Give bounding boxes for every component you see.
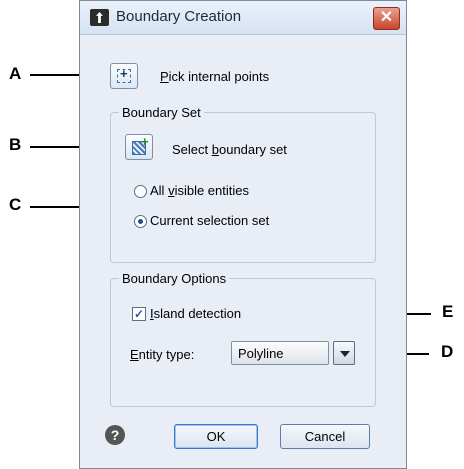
- entity-type-label: Entity type:: [130, 347, 195, 362]
- cancel-button[interactable]: Cancel: [280, 424, 370, 449]
- callout-a: A: [9, 64, 22, 83]
- callout-c: C: [9, 195, 22, 214]
- callout-d: D: [441, 342, 454, 361]
- dialog-title: Boundary Creation: [116, 8, 242, 25]
- ok-button[interactable]: OK: [174, 424, 258, 449]
- entity-type-select[interactable]: Polyline: [231, 341, 329, 365]
- select-boundary-set-label: Select boundary set: [172, 142, 287, 157]
- boundary-creation-dialog: Boundary Creation ✕ Pick internal points…: [79, 0, 407, 469]
- all-visible-entities-label[interactable]: All visible entities: [150, 183, 249, 198]
- callout-e: E: [442, 302, 454, 321]
- island-detection-checkbox[interactable]: ✓: [132, 307, 146, 321]
- pick-points-icon: [117, 66, 131, 83]
- title-bar[interactable]: Boundary Creation ✕: [80, 1, 406, 35]
- callout-b: B: [9, 135, 22, 154]
- boundary-set-legend: Boundary Set: [122, 105, 201, 120]
- close-button[interactable]: ✕: [373, 7, 400, 30]
- pick-internal-points-button[interactable]: [110, 63, 138, 89]
- help-icon[interactable]: ?: [105, 425, 125, 445]
- select-boundary-set-button[interactable]: [125, 134, 153, 160]
- radio-current-selection-set[interactable]: [134, 215, 147, 228]
- select-boundary-set-icon: [132, 134, 149, 155]
- entity-type-dropdown-button[interactable]: [333, 341, 355, 365]
- current-selection-set-label[interactable]: Current selection set: [150, 213, 269, 228]
- pick-internal-points-label: Pick internal points: [160, 69, 270, 84]
- entity-type-value: Polyline: [238, 346, 284, 361]
- boundary-options-group: Boundary Options: [110, 271, 376, 407]
- app-icon: [90, 9, 109, 26]
- island-detection-label[interactable]: Island detection: [150, 306, 241, 321]
- radio-all-visible-entities[interactable]: [134, 185, 147, 198]
- boundary-options-legend: Boundary Options: [122, 271, 227, 286]
